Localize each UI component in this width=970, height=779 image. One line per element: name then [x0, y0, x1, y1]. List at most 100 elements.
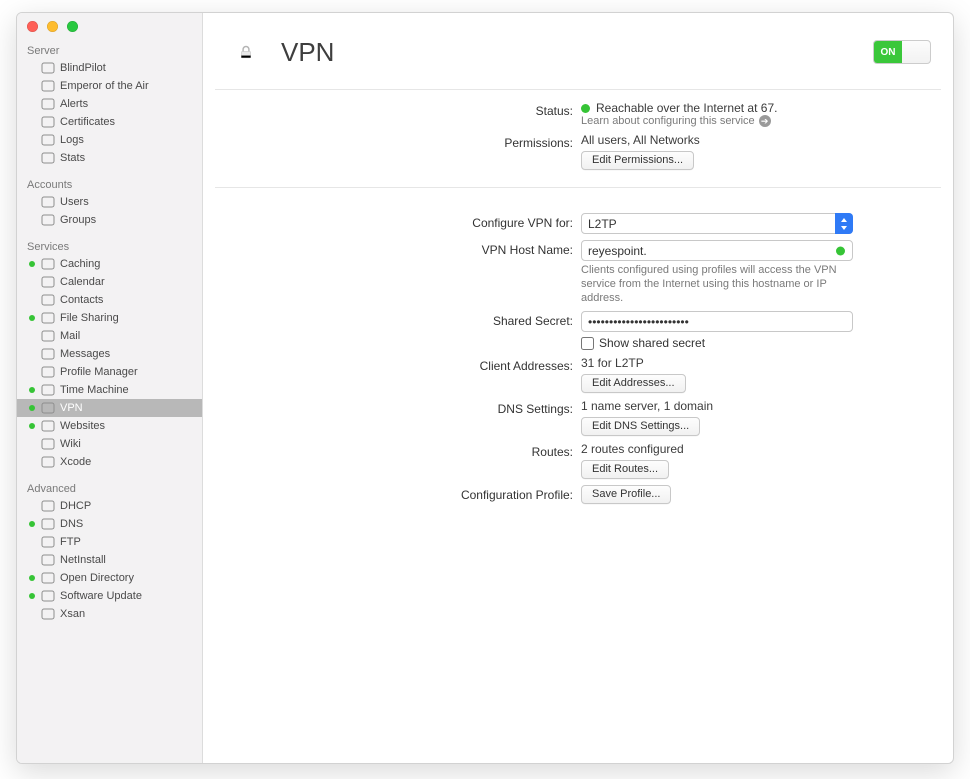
- sidebar-item-calendar[interactable]: Calendar: [17, 273, 202, 291]
- xsan-icon: [41, 607, 55, 621]
- sidebar-item-emperor-of-the-air[interactable]: Emperor of the Air: [17, 77, 202, 95]
- configure-vpn-select[interactable]: L2TP: [581, 213, 853, 234]
- learn-link[interactable]: Learn about configuring this service ➔: [581, 115, 931, 127]
- sidebar-item-mail[interactable]: Mail: [17, 327, 202, 345]
- sidebar-item-label: Alerts: [60, 98, 88, 110]
- show-secret-checkbox[interactable]: [581, 337, 594, 350]
- status-dot-icon: [581, 104, 590, 113]
- emperor-of-the-air-icon: [41, 79, 55, 93]
- edit-addresses-button[interactable]: Edit Addresses...: [581, 374, 686, 393]
- edit-dns-button[interactable]: Edit DNS Settings...: [581, 417, 700, 436]
- main-pane: VPN ON Status: Reachable over the Intern…: [203, 13, 953, 763]
- sidebar-item-ftp[interactable]: FTP: [17, 533, 202, 551]
- sidebar-item-software-update[interactable]: Software Update: [17, 587, 202, 605]
- fullscreen-icon[interactable]: [67, 21, 78, 32]
- dns-value: 1 name server, 1 domain: [581, 399, 931, 413]
- permissions-value: All users, All Networks: [581, 133, 931, 147]
- sidebar-item-stats[interactable]: Stats: [17, 149, 202, 167]
- toggle-on-label: ON: [874, 41, 902, 63]
- service-on-dot-icon: [29, 593, 35, 599]
- sidebar-item-xcode[interactable]: Xcode: [17, 453, 202, 471]
- service-on-dot-icon: [29, 521, 35, 527]
- wiki-icon: [41, 437, 55, 451]
- permissions-label: Permissions:: [203, 133, 581, 153]
- sidebar-item-logs[interactable]: Logs: [17, 131, 202, 149]
- contacts-icon: [41, 293, 55, 307]
- sidebar-item-xsan[interactable]: Xsan: [17, 605, 202, 623]
- sidebar-item-netinstall[interactable]: NetInstall: [17, 551, 202, 569]
- sidebar-item-label: Groups: [60, 214, 96, 226]
- service-on-dot-icon: [29, 387, 35, 393]
- save-profile-button[interactable]: Save Profile...: [581, 485, 671, 504]
- sidebar-item-label: Calendar: [60, 276, 105, 288]
- service-on-dot-icon: [29, 261, 35, 267]
- sidebar-item-contacts[interactable]: Contacts: [17, 291, 202, 309]
- shared-secret-input[interactable]: [581, 311, 853, 332]
- edit-permissions-button[interactable]: Edit Permissions...: [581, 151, 694, 170]
- sidebar-item-alerts[interactable]: Alerts: [17, 95, 202, 113]
- sidebar-item-groups[interactable]: Groups: [17, 211, 202, 229]
- open-directory-icon: [41, 571, 55, 585]
- sidebar-item-profile-manager[interactable]: Profile Manager: [17, 363, 202, 381]
- sidebar-item-label: DNS: [60, 518, 83, 530]
- vpn-icon: [41, 401, 55, 415]
- sidebar-item-websites[interactable]: Websites: [17, 417, 202, 435]
- service-toggle[interactable]: ON: [873, 40, 931, 64]
- sidebar-item-label: NetInstall: [60, 554, 106, 566]
- sidebar-item-label: Contacts: [60, 294, 103, 306]
- users-icon: [41, 195, 55, 209]
- sidebar-item-caching[interactable]: Caching: [17, 255, 202, 273]
- routes-label: Routes:: [203, 442, 581, 462]
- service-on-dot-icon: [29, 575, 35, 581]
- sidebar-item-certificates[interactable]: Certificates: [17, 113, 202, 131]
- secret-label: Shared Secret:: [203, 311, 581, 331]
- netinstall-icon: [41, 553, 55, 567]
- sidebar-item-label: Mail: [60, 330, 80, 342]
- host-label: VPN Host Name:: [203, 240, 581, 260]
- messages-icon: [41, 347, 55, 361]
- sidebar-item-file-sharing[interactable]: File Sharing: [17, 309, 202, 327]
- profile-label: Configuration Profile:: [203, 485, 581, 505]
- logs-icon: [41, 133, 55, 147]
- service-on-dot-icon: [29, 315, 35, 321]
- server-app-window: ServerBlindPilotEmperor of the AirAlerts…: [16, 12, 954, 764]
- sidebar-item-label: Logs: [60, 134, 84, 146]
- sidebar-item-label: DHCP: [60, 500, 91, 512]
- sidebar-item-blindpilot[interactable]: BlindPilot: [17, 59, 202, 77]
- status-label: Status:: [203, 101, 581, 121]
- file-sharing-icon: [41, 311, 55, 325]
- minimize-icon[interactable]: [47, 21, 58, 32]
- ftp-icon: [41, 535, 55, 549]
- clients-value: 31 for L2TP: [581, 356, 931, 370]
- software-update-icon: [41, 589, 55, 603]
- service-on-dot-icon: [29, 423, 35, 429]
- sidebar-item-label: Stats: [60, 152, 85, 164]
- sidebar-item-vpn[interactable]: VPN: [17, 399, 202, 417]
- sidebar-section-title: Advanced: [17, 477, 202, 497]
- sidebar-item-dns[interactable]: DNS: [17, 515, 202, 533]
- sidebar-item-wiki[interactable]: Wiki: [17, 435, 202, 453]
- vpn-host-input[interactable]: [581, 240, 853, 261]
- sidebar-item-label: Profile Manager: [60, 366, 138, 378]
- sidebar-item-time-machine[interactable]: Time Machine: [17, 381, 202, 399]
- configure-label: Configure VPN for:: [203, 213, 581, 233]
- show-secret-checkbox-label[interactable]: Show shared secret: [581, 336, 931, 350]
- mail-icon: [41, 329, 55, 343]
- lock-icon: [225, 31, 267, 73]
- sidebar-item-label: Messages: [60, 348, 110, 360]
- certificates-icon: [41, 115, 55, 129]
- routes-value: 2 routes configured: [581, 442, 931, 456]
- sidebar-item-label: Open Directory: [60, 572, 134, 584]
- time-machine-icon: [41, 383, 55, 397]
- sidebar-item-messages[interactable]: Messages: [17, 345, 202, 363]
- sidebar-item-label: Xsan: [60, 608, 85, 620]
- edit-routes-button[interactable]: Edit Routes...: [581, 460, 669, 479]
- host-status-dot-icon: [836, 246, 845, 255]
- close-icon[interactable]: [27, 21, 38, 32]
- sidebar-item-open-directory[interactable]: Open Directory: [17, 569, 202, 587]
- sidebar-item-label: Wiki: [60, 438, 81, 450]
- sidebar-item-label: Software Update: [60, 590, 142, 602]
- sidebar-section-title: Services: [17, 235, 202, 255]
- sidebar-item-users[interactable]: Users: [17, 193, 202, 211]
- sidebar-item-dhcp[interactable]: DHCP: [17, 497, 202, 515]
